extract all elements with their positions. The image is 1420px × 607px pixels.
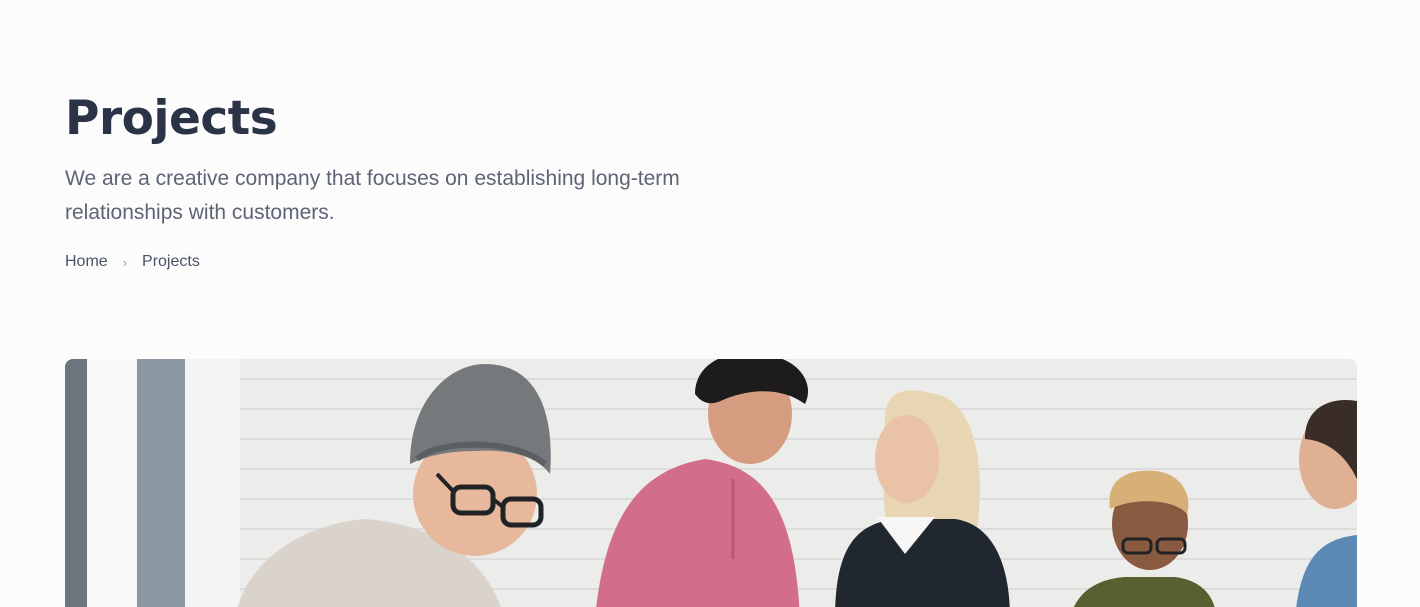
hero-image [65, 359, 1357, 607]
page-title: Projects [65, 91, 278, 146]
breadcrumb-home-link[interactable]: Home [65, 253, 108, 271]
page: Projects We are a creative company that … [0, 0, 1420, 607]
team-photo [65, 359, 1357, 607]
page-subtitle: We are a creative company that focuses o… [65, 167, 680, 224]
breadcrumb-projects-link[interactable]: Projects [142, 253, 200, 271]
page-header: Projects We are a creative company that … [65, 88, 705, 230]
breadcrumb: Home › Projects [65, 253, 200, 271]
chevron-right-icon: › [122, 254, 128, 270]
